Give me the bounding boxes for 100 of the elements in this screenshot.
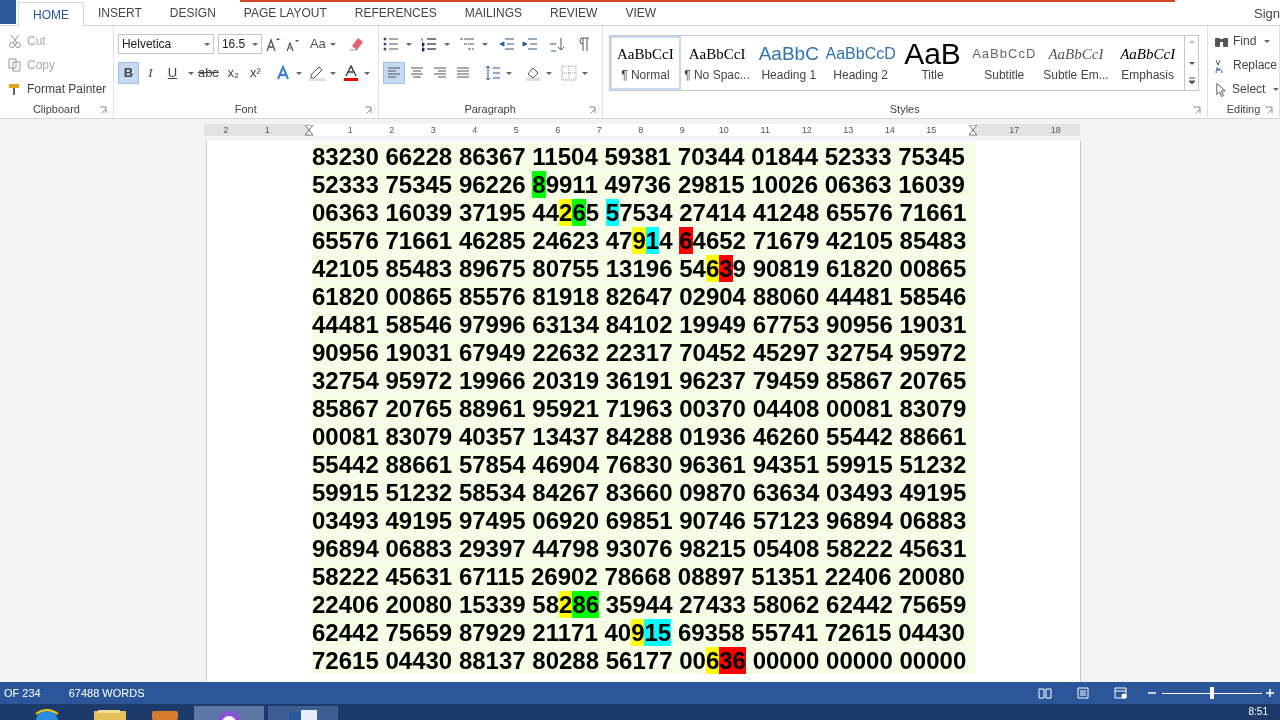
highlighted-digits: 86 [572, 591, 600, 618]
highlighted-digits: 2 [559, 199, 573, 226]
editing-button[interactable]: Select [1214, 78, 1279, 100]
clipboard-button[interactable]: Format Painter [4, 78, 109, 100]
number: 97996 [458, 312, 526, 337]
caret-icon[interactable] [1273, 87, 1279, 91]
caret-icon[interactable] [187, 71, 194, 75]
style-item[interactable]: AaBbCcI ¶ No Spac... [681, 36, 753, 90]
number: 90956 [826, 312, 893, 337]
style-item[interactable]: AaB Title [896, 36, 969, 90]
format-button[interactable]: abc [194, 62, 222, 84]
pointer-icon[interactable] [1214, 81, 1229, 97]
number: 83079 [385, 424, 453, 449]
caret-icon[interactable] [443, 42, 450, 46]
change-case-button[interactable]: Aa [309, 34, 336, 54]
eraser-icon[interactable] [347, 36, 364, 52]
grow-font-icon[interactable] [265, 36, 281, 52]
caret-icon[interactable] [329, 71, 336, 75]
number: 00000 [826, 648, 893, 673]
caret-icon[interactable] [203, 42, 210, 46]
line-spacing-icon[interactable] [484, 65, 501, 81]
number: 71661 [385, 228, 453, 253]
browser-icon[interactable] [34, 708, 60, 720]
ribbon-tab[interactable]: DESIGN [155, 1, 230, 25]
ruler-number: 2 [389, 125, 395, 135]
number: 22406 [824, 564, 892, 589]
editing-button[interactable]: Find [1214, 30, 1279, 52]
number: 20765 [899, 368, 967, 393]
zoom-in-icon[interactable] [1266, 689, 1274, 697]
format-button[interactable]: U [161, 62, 183, 84]
page-count[interactable]: OF 234 [4, 684, 41, 702]
shading-icon[interactable] [524, 65, 541, 81]
dialog-launcher-icon[interactable] [98, 106, 107, 114]
number: 61820 [312, 284, 379, 309]
word-taskbar-button[interactable] [268, 706, 338, 720]
caret-icon[interactable] [481, 42, 488, 46]
number: 24623 [532, 228, 600, 253]
increase-indent-icon[interactable] [521, 36, 538, 52]
indent-marker-icon[interactable] [967, 124, 978, 136]
caret-icon[interactable] [329, 42, 336, 46]
ribbon-tab[interactable]: VIEW [611, 1, 671, 25]
ribbon-tab[interactable]: REFERENCES [340, 1, 451, 25]
web-layout-icon[interactable] [1114, 687, 1128, 699]
style-item[interactable]: AaBbC Heading 1 [752, 36, 825, 90]
clock[interactable]: 8:51 [1248, 707, 1268, 717]
format-button[interactable]: B [117, 62, 139, 84]
number: 44798 [532, 536, 600, 561]
ribbon-tab[interactable]: INSERT [84, 1, 156, 25]
number: 95972 [385, 368, 453, 393]
format-button[interactable]: x₂ [222, 62, 244, 84]
dialog-launcher-icon[interactable] [587, 106, 596, 114]
caret-icon[interactable] [405, 42, 412, 46]
zoom-out-icon[interactable] [1148, 689, 1156, 697]
number: 85483 [385, 256, 453, 281]
read-mode-icon[interactable] [1038, 687, 1052, 699]
ribbon-tab[interactable]: MAILINGS [450, 1, 537, 25]
caret-icon[interactable] [545, 71, 552, 75]
indent-marker-icon[interactable] [303, 124, 314, 136]
font-size-field[interactable]: 16.5 [217, 34, 262, 54]
style-item[interactable]: AaBbCcI ¶ Normal [609, 36, 682, 90]
caret-icon[interactable] [295, 71, 302, 75]
format-button[interactable]: x² [244, 62, 266, 84]
number: 85867 [826, 368, 893, 393]
caret-icon[interactable] [505, 71, 512, 75]
decrease-indent-icon[interactable] [498, 36, 515, 52]
font-name-field[interactable]: Helvetica [117, 34, 214, 54]
format-button[interactable]: I [139, 62, 161, 84]
font-color-icon[interactable] [342, 65, 359, 81]
style-item[interactable]: AaBbCcD Heading 2 [824, 36, 897, 90]
dialog-launcher-icon[interactable] [1265, 106, 1273, 114]
ruler-number: 10 [718, 125, 729, 135]
caret-icon[interactable] [251, 42, 258, 46]
taskbar-button[interactable] [194, 706, 264, 720]
ribbon-tab[interactable]: HOME [18, 2, 84, 26]
numbering-icon[interactable] [420, 36, 437, 52]
print-layout-icon[interactable] [1076, 687, 1090, 699]
sort-icon[interactable] [548, 36, 565, 52]
dialog-launcher-icon[interactable] [363, 106, 372, 114]
number: 09870 [679, 480, 746, 505]
style-item[interactable]: AaBbCcD Subtitle [968, 36, 1041, 90]
sign-in-link[interactable]: Sign [1253, 3, 1280, 24]
style-item[interactable]: AaBbCcI Subtle Em... [1040, 36, 1112, 90]
caret-icon[interactable] [1264, 39, 1271, 43]
zoom-thumb[interactable] [1210, 687, 1214, 699]
zoom-slider[interactable] [1162, 687, 1262, 699]
word-count[interactable]: 67488 WORDS [68, 684, 145, 702]
dialog-launcher-icon[interactable] [1193, 106, 1201, 114]
brush-icon[interactable] [8, 82, 22, 96]
multilevel-list-icon[interactable] [458, 36, 475, 52]
highlighter-icon[interactable] [308, 65, 325, 81]
align-left-button[interactable] [382, 62, 405, 84]
editing-button[interactable]: Replace [1214, 54, 1279, 76]
ribbon-tab[interactable]: PAGE LAYOUT [229, 1, 341, 25]
caret-icon[interactable] [581, 71, 588, 75]
caret-icon[interactable] [363, 71, 370, 75]
text-effects-icon[interactable] [274, 65, 291, 81]
folder-icon[interactable] [94, 710, 126, 720]
ribbon-tab[interactable]: REVIEW [536, 1, 612, 25]
bullets-icon[interactable] [382, 36, 399, 52]
style-item[interactable]: AaBbCcI Emphasis [1111, 36, 1184, 90]
